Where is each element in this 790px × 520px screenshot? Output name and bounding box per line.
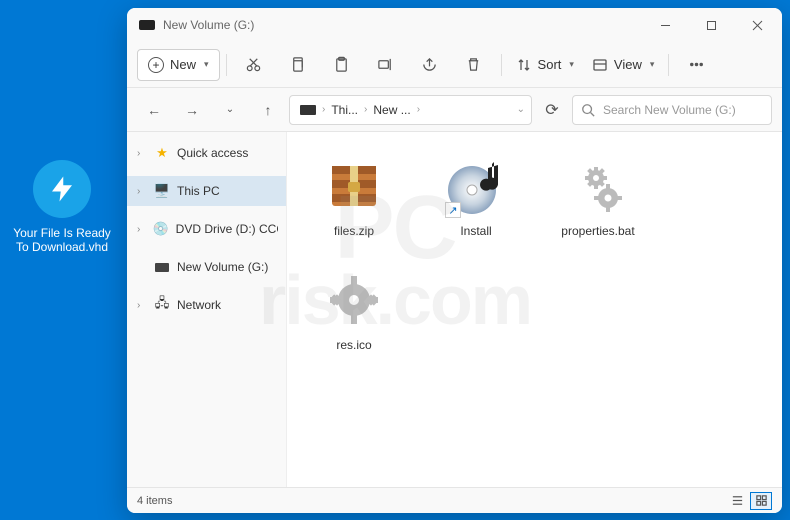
new-label: New (170, 57, 196, 72)
body: › ★ Quick access › 🖥️ This PC › 💿 DVD Dr… (127, 132, 782, 487)
chevron-right-icon: › (137, 186, 147, 197)
plus-icon: + (148, 57, 164, 73)
file-name: res.ico (336, 338, 371, 352)
more-button[interactable] (675, 49, 717, 81)
statusbar: 4 items (127, 487, 782, 513)
sidebar-item-label: Network (177, 298, 221, 312)
sidebar-item-this-pc[interactable]: › 🖥️ This PC (127, 176, 286, 206)
sort-icon (516, 57, 532, 73)
separator (226, 54, 227, 76)
copy-button[interactable] (277, 49, 319, 81)
lightning-icon (33, 160, 91, 218)
sidebar-item-network[interactable]: › 🖧 Network (127, 290, 286, 320)
shortcut-icon: ↗ (445, 202, 461, 218)
new-button[interactable]: + New ▾ (137, 49, 220, 81)
chevron-down-icon: ▾ (569, 59, 574, 70)
forward-button[interactable]: → (175, 95, 209, 125)
chevron-down-icon: ▾ (204, 59, 209, 70)
breadcrumb[interactable]: › Thi... › New ... › ⌄ (289, 95, 532, 125)
search-icon (581, 103, 595, 117)
file-item-ico[interactable]: res.ico (295, 260, 413, 370)
sidebar-item-label: Quick access (177, 146, 248, 160)
breadcrumb-item[interactable]: New ... (369, 101, 414, 119)
addressbar: ← → ⌄ ↑ › Thi... › New ... › ⌄ ⟳ (127, 88, 782, 132)
back-button[interactable]: ← (137, 95, 171, 125)
disc-icon: 💿 (153, 221, 169, 237)
drive-icon (139, 20, 155, 30)
breadcrumb-item[interactable]: Thi... (327, 101, 362, 119)
close-button[interactable] (734, 8, 780, 42)
file-item-bat[interactable]: properties.bat (539, 146, 657, 256)
file-name: files.zip (334, 224, 374, 238)
navigation-pane: › ★ Quick access › 🖥️ This PC › 💿 DVD Dr… (127, 132, 287, 487)
chevron-down-icon[interactable]: ⌄ (517, 104, 525, 115)
view-icon (592, 57, 608, 73)
sidebar-item-quick-access[interactable]: › ★ Quick access (127, 138, 286, 168)
archive-icon (322, 154, 386, 218)
desktop-file-label: Your File Is Ready To Download.vhd (12, 226, 112, 254)
sidebar-item-label: DVD Drive (D:) CCCC (176, 222, 278, 236)
sort-button[interactable]: Sort ▾ (508, 49, 582, 81)
file-name: properties.bat (561, 224, 634, 238)
file-item-archive[interactable]: files.zip (295, 146, 413, 256)
window-title: New Volume (G:) (163, 18, 642, 32)
up-button[interactable]: ↑ (251, 95, 285, 125)
icons-view-button[interactable] (750, 492, 772, 510)
chevron-right-icon: › (322, 104, 325, 115)
titlebar: New Volume (G:) (127, 8, 782, 42)
file-item-install[interactable]: ↗ Install (417, 146, 535, 256)
search-box[interactable] (572, 95, 772, 125)
chevron-right-icon: › (137, 224, 146, 235)
delete-button[interactable] (453, 49, 495, 81)
network-icon: 🖧 (154, 297, 170, 313)
chevron-right-icon: › (417, 104, 420, 115)
desktop-file-icon[interactable]: Your File Is Ready To Download.vhd (12, 160, 112, 254)
chevron-right-icon: › (137, 148, 147, 159)
sidebar-item-dvd-drive[interactable]: › 💿 DVD Drive (D:) CCCC (127, 214, 286, 244)
chevron-right-icon: › (364, 104, 367, 115)
sidebar-item-new-volume[interactable]: New Volume (G:) (127, 252, 286, 282)
gear-icon (322, 268, 386, 332)
maximize-button[interactable] (688, 8, 734, 42)
view-label: View (614, 57, 642, 72)
search-input[interactable] (603, 103, 763, 117)
file-name: Install (460, 224, 491, 238)
minimize-button[interactable] (642, 8, 688, 42)
explorer-window: New Volume (G:) + New ▾ Sort ▾ View ▾ (127, 8, 782, 513)
star-icon: ★ (154, 145, 170, 161)
separator (668, 54, 669, 76)
recent-button[interactable]: ⌄ (213, 95, 247, 125)
chevron-down-icon: ▾ (650, 59, 655, 70)
sidebar-item-label: This PC (177, 184, 220, 198)
status-text: 4 items (137, 495, 172, 507)
file-list[interactable]: files.zip ↗ Install (287, 132, 782, 487)
separator (501, 54, 502, 76)
refresh-button[interactable]: ⟳ (536, 95, 568, 125)
drive-icon (300, 105, 316, 115)
drive-icon (154, 259, 170, 275)
monitor-icon: 🖥️ (154, 183, 170, 199)
gear-icon (566, 154, 630, 218)
sidebar-item-label: New Volume (G:) (177, 260, 268, 274)
share-button[interactable] (409, 49, 451, 81)
chevron-right-icon: › (137, 300, 147, 311)
paste-button[interactable] (321, 49, 363, 81)
details-view-button[interactable] (726, 492, 748, 510)
rename-button[interactable] (365, 49, 407, 81)
view-button[interactable]: View ▾ (584, 49, 662, 81)
cut-button[interactable] (233, 49, 275, 81)
toolbar: + New ▾ Sort ▾ View ▾ (127, 42, 782, 88)
sort-label: Sort (538, 57, 562, 72)
